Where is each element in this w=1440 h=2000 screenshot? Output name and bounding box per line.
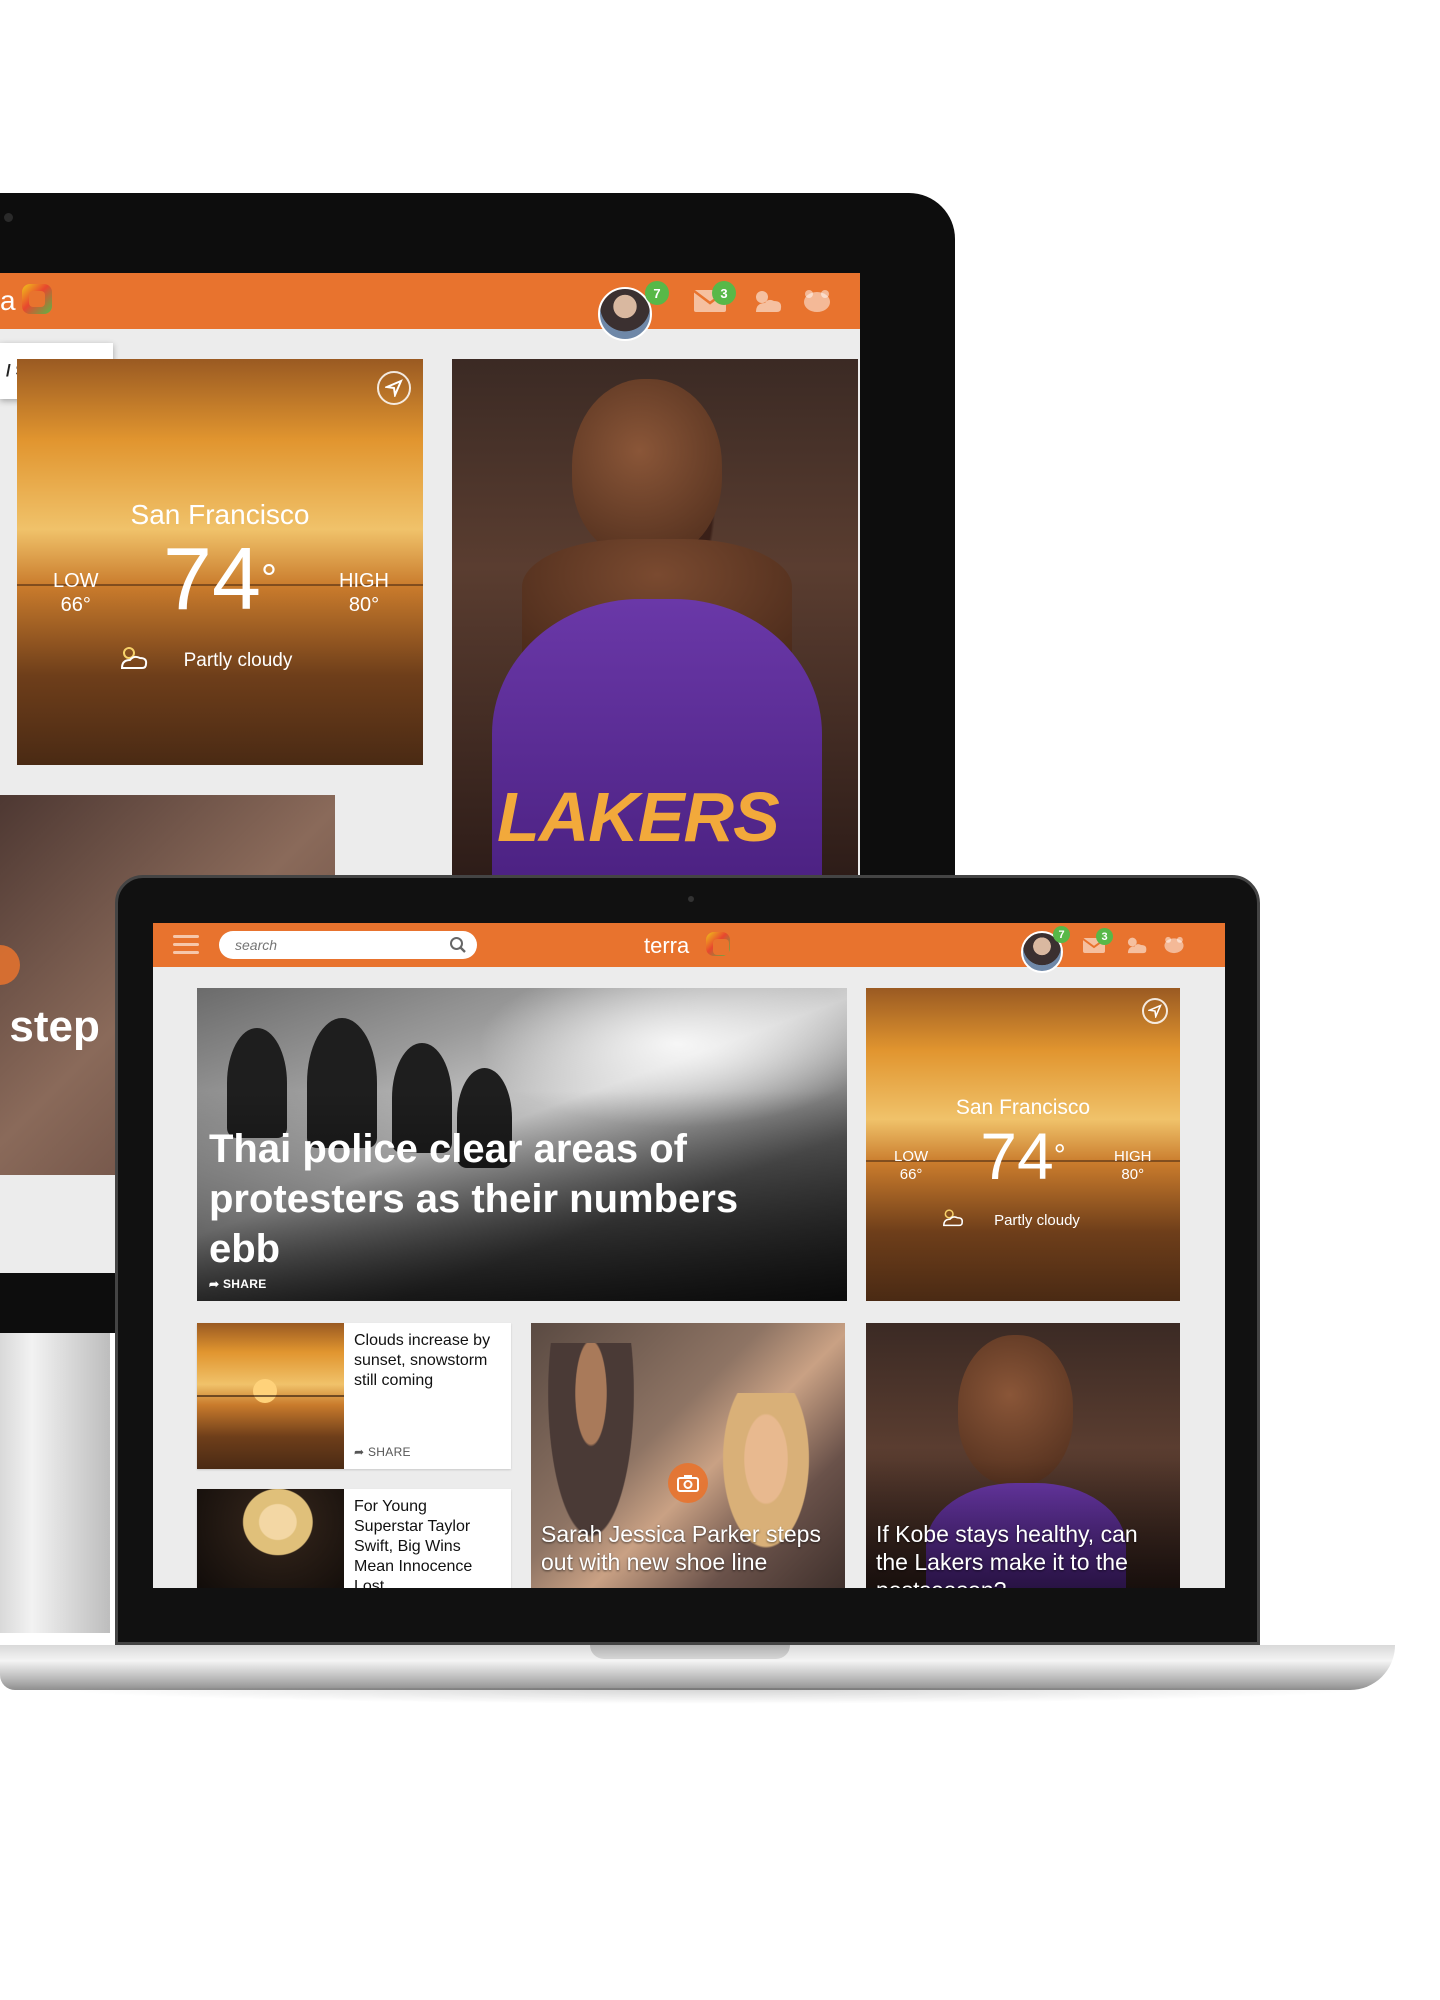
small-story-card[interactable]: For Young Superstar Taylor Swift, Big Wi… (197, 1489, 511, 1588)
weather-low: LOW 66° (53, 569, 99, 617)
jersey-text: LAKERS (497, 778, 780, 856)
small-story-card[interactable]: Clouds increase by sunset, snowstorm sti… (197, 1323, 511, 1469)
weather-city: San Francisco (130, 499, 310, 530)
kobe-photo-card[interactable]: LAKERS (452, 359, 858, 879)
low-label: LOW (894, 1148, 929, 1165)
weather-icon[interactable] (750, 285, 784, 317)
weather-card[interactable]: San Francisco 74° LOW 66° HIGH 80° Partl… (17, 359, 423, 765)
laptop-shadow (40, 1688, 1380, 1704)
small-story-title[interactable]: For Young Superstar Taylor Swift, Big Wi… (354, 1497, 494, 1588)
horoscope-icon[interactable] (1161, 933, 1187, 957)
weather-card[interactable]: San Francisco 74° LOW 66° HIGH 80° Partl… (866, 988, 1180, 1301)
weather-high: HIGH 80° (339, 569, 389, 617)
share-label: SHARE (368, 1445, 411, 1459)
low-value: 66° (899, 1166, 923, 1183)
logo-text[interactable]: terra (644, 933, 689, 959)
share-icon: ➦ (209, 1277, 223, 1291)
horoscope-icon[interactable] (800, 285, 834, 317)
high-value: 80° (1121, 1166, 1145, 1183)
share-icon: ➦ (354, 1445, 368, 1459)
top-bar: terra 7 3 (153, 923, 1225, 973)
location-arrow-icon[interactable] (377, 371, 411, 405)
search-box[interactable] (219, 931, 477, 959)
degree-symbol: ° (260, 557, 277, 601)
condition-text: Partly cloudy (994, 1212, 1080, 1229)
partly-cloudy-icon (120, 647, 148, 669)
photo-story-title[interactable]: If Kobe stays healthy, can the Lakers ma… (876, 1520, 1176, 1588)
low-value: 66° (60, 594, 91, 616)
weather-high: HIGH 80° (1114, 1148, 1152, 1184)
horizon-line (197, 1395, 344, 1397)
sun-shape (253, 1379, 277, 1403)
lead-story-title[interactable]: Thai police clear areas of protesters as… (209, 1124, 809, 1274)
monitor-stand (0, 1333, 110, 1633)
player-head (572, 379, 722, 559)
laptop-screen: terra 7 3 Thai police clear areas of pr (153, 923, 1225, 1588)
avatar-badge: 7 (1053, 926, 1070, 943)
monitor-camera (4, 213, 13, 222)
monitor-lower-story-title: r step (0, 1002, 100, 1051)
terra-logo-icon[interactable] (22, 284, 52, 314)
menu-icon[interactable] (173, 935, 199, 955)
mail-badge: 3 (712, 281, 736, 305)
camera-icon (0, 945, 20, 985)
temperature-value: 74 (163, 529, 261, 628)
high-label: HIGH (1114, 1148, 1152, 1165)
low-label: LOW (53, 570, 99, 592)
high-label: HIGH (339, 570, 389, 592)
small-story-thumbnail (197, 1489, 344, 1588)
degree-symbol: ° (1053, 1139, 1066, 1172)
weather-condition: Partly cloudy (17, 647, 423, 672)
weather-city: San Francisco (955, 1096, 1091, 1119)
high-value: 80° (348, 594, 380, 616)
terra-logo-icon[interactable] (706, 932, 730, 956)
weather-condition: Partly cloudy (866, 1209, 1180, 1229)
condition-text: Partly cloudy (183, 650, 293, 671)
mail-badge: 3 (1096, 928, 1113, 945)
monitor-logo-text: a (0, 285, 16, 316)
location-arrow-icon[interactable] (1142, 998, 1168, 1024)
laptop-notch (590, 1645, 790, 1659)
camera-icon (668, 1463, 708, 1503)
small-story-thumbnail (197, 1323, 344, 1469)
laptop-camera (688, 896, 694, 902)
small-story-title[interactable]: Clouds increase by sunset, snowstorm sti… (354, 1331, 494, 1391)
weather-icon[interactable] (1123, 933, 1149, 957)
weather-low: LOW 66° (894, 1148, 928, 1184)
laptop-base (0, 1645, 1395, 1690)
search-input[interactable] (233, 935, 433, 955)
small-share-button[interactable]: ➦ SHARE (354, 1445, 411, 1459)
user-avatar[interactable] (598, 287, 652, 341)
lead-story-card[interactable]: Thai police clear areas of protesters as… (197, 988, 847, 1301)
share-label: SHARE (223, 1277, 267, 1291)
avatar-badge: 7 (645, 281, 669, 305)
partly-cloudy-icon (943, 1209, 964, 1227)
laptop: terra 7 3 Thai police clear areas of pr (115, 875, 1260, 1645)
lead-share-button[interactable]: ➦ SHARE (209, 1277, 267, 1291)
monitor-top-bar: a 7 3 (0, 273, 860, 341)
photo-story-title[interactable]: Sarah Jessica Parker steps out with new … (541, 1520, 841, 1576)
search-icon[interactable] (449, 936, 467, 954)
photo-story-card[interactable]: Sarah Jessica Parker steps out with new … (531, 1323, 845, 1588)
photo-story-card[interactable]: If Kobe stays healthy, can the Lakers ma… (866, 1323, 1180, 1588)
temperature-value: 74 (980, 1119, 1054, 1193)
